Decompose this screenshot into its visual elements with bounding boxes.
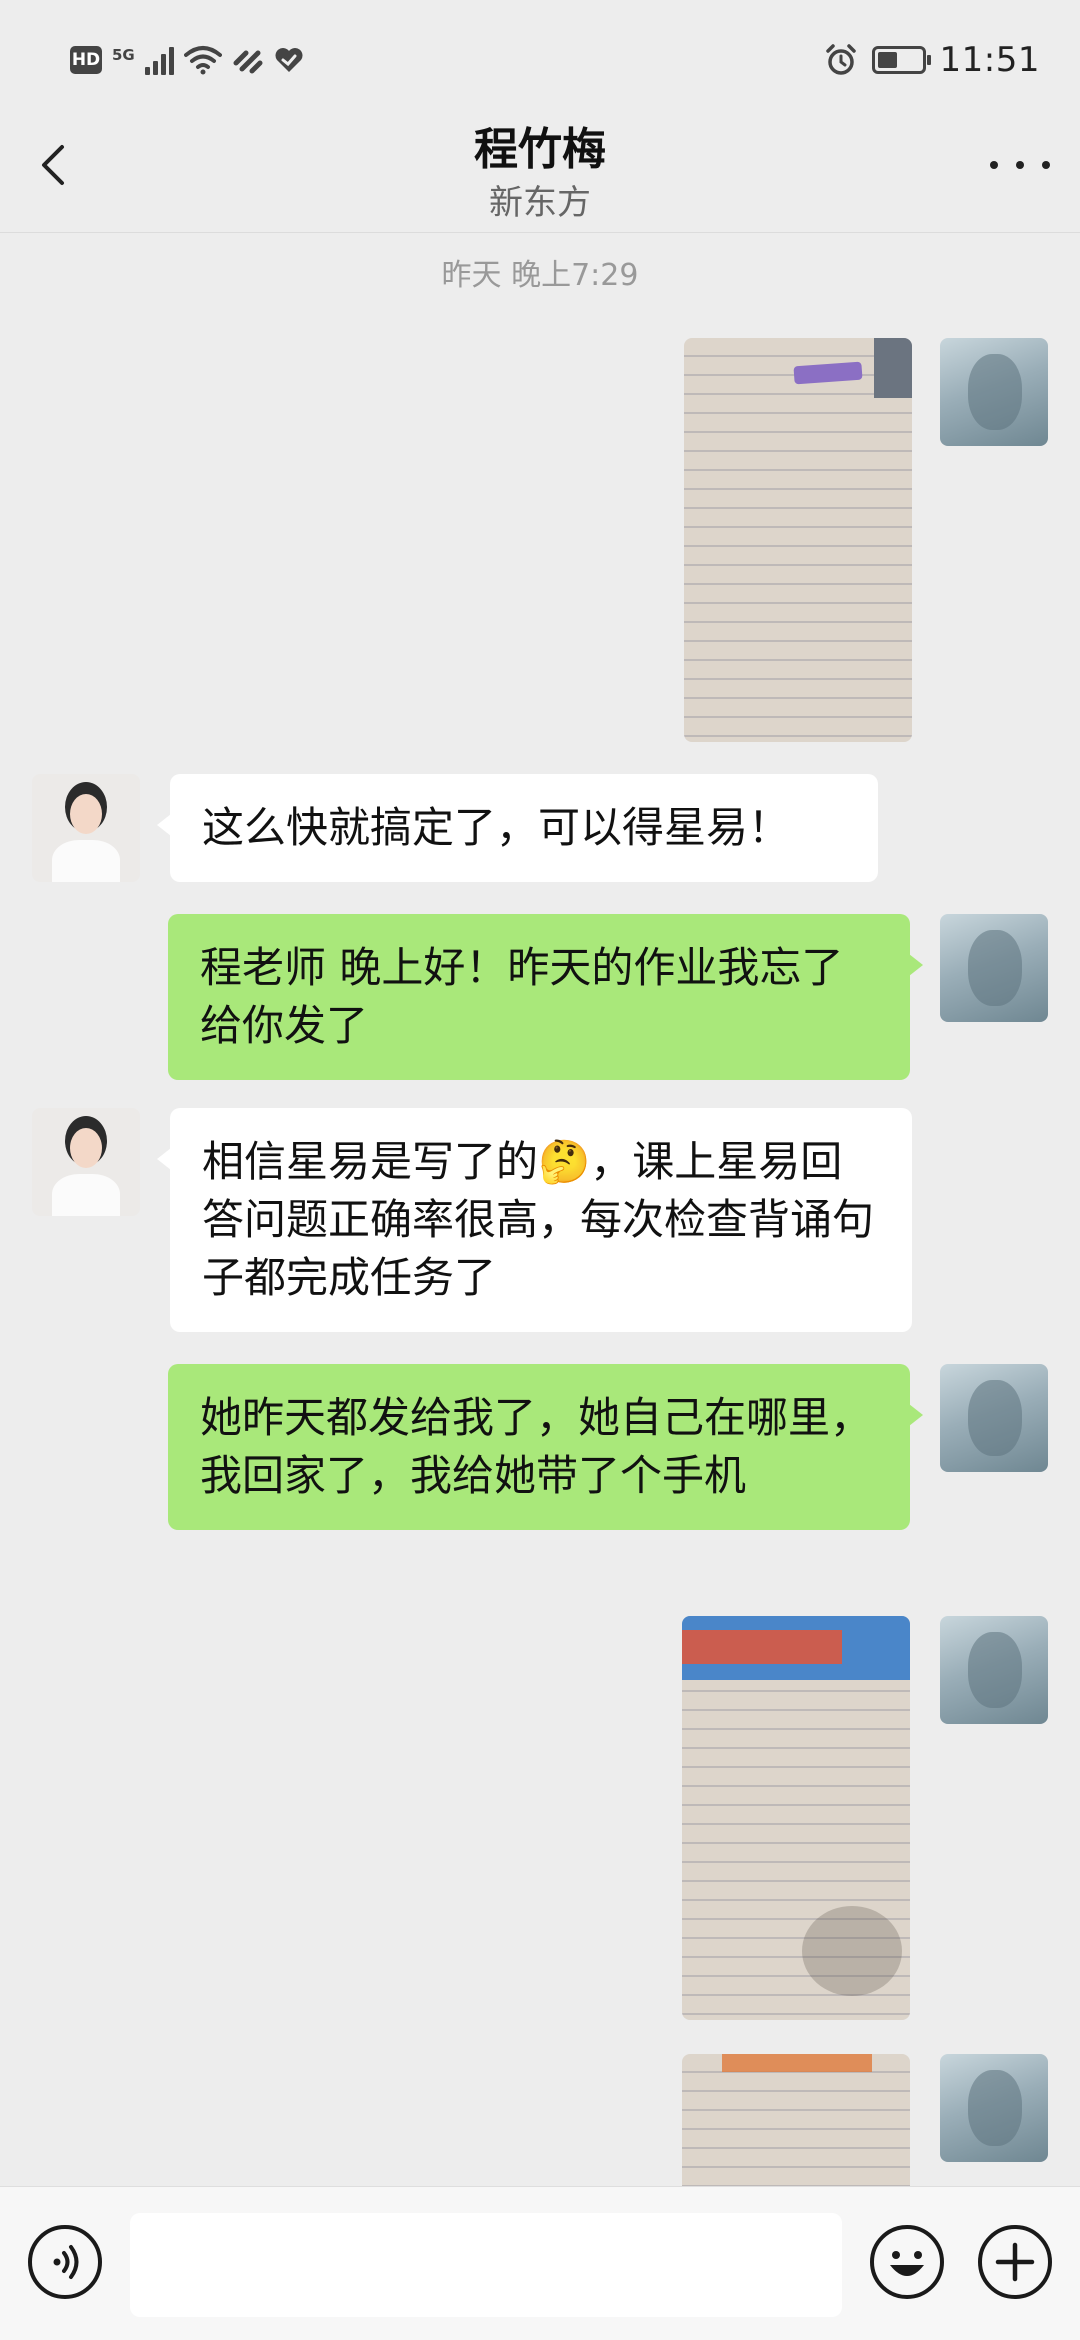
hd-badge: HD <box>70 46 102 74</box>
status-right-icons: 11:51 <box>824 36 1040 84</box>
more-options-icon[interactable] <box>990 145 1050 185</box>
status-left-icons: HD 5G <box>70 40 304 80</box>
chat-header: 程竹梅 新东方 <box>0 105 1080 233</box>
battery-icon <box>871 46 931 74</box>
my-avatar[interactable] <box>940 2054 1048 2162</box>
my-avatar[interactable] <box>940 338 1048 446</box>
contact-avatar[interactable] <box>32 1108 140 1216</box>
image-message[interactable] <box>682 2054 910 2186</box>
contact-avatar[interactable] <box>32 774 140 882</box>
my-avatar[interactable] <box>940 1364 1048 1472</box>
message-input[interactable] <box>130 2213 842 2317</box>
link-icon <box>233 50 263 74</box>
clock-time: 11:51 <box>939 40 1040 80</box>
image-message[interactable] <box>684 338 912 742</box>
status-bar: HD 5G 11:51 <box>0 0 1080 120</box>
message-bubble-received[interactable]: 这么快就搞定了，可以得星易！ <box>157 774 878 882</box>
network-type-label: 5G <box>112 45 135 64</box>
message-timestamp: 昨天 晚上7:29 <box>441 258 639 293</box>
message-bubble-sent[interactable]: 程老师 晚上好！昨天的作业我忘了给你发了 <box>168 914 923 1080</box>
battery-fill <box>877 52 897 68</box>
input-bar <box>0 2186 1080 2340</box>
signal-icon <box>144 45 174 75</box>
message-bubble-received[interactable]: 相信星易是写了的🤔，课上星易回答问题正确率很高，每次检查背诵句子都完成任务了 <box>157 1108 912 1332</box>
plus-icon[interactable] <box>978 2225 1052 2299</box>
contact-name: 程竹梅 <box>474 124 606 175</box>
wifi-icon <box>183 46 222 75</box>
voice-icon[interactable] <box>28 2225 102 2299</box>
message-bubble-sent[interactable]: 她昨天都发给我了，她自己在哪里， 我回家了，我给她带了个手机 <box>168 1364 923 1530</box>
my-avatar[interactable] <box>940 1616 1048 1724</box>
heart-check-icon <box>275 48 303 72</box>
image-message[interactable] <box>682 1616 910 2020</box>
alarm-icon <box>825 44 856 75</box>
contact-subtitle: 新东方 <box>489 183 591 223</box>
my-avatar[interactable] <box>940 914 1048 1022</box>
emoji-icon[interactable] <box>870 2225 944 2299</box>
